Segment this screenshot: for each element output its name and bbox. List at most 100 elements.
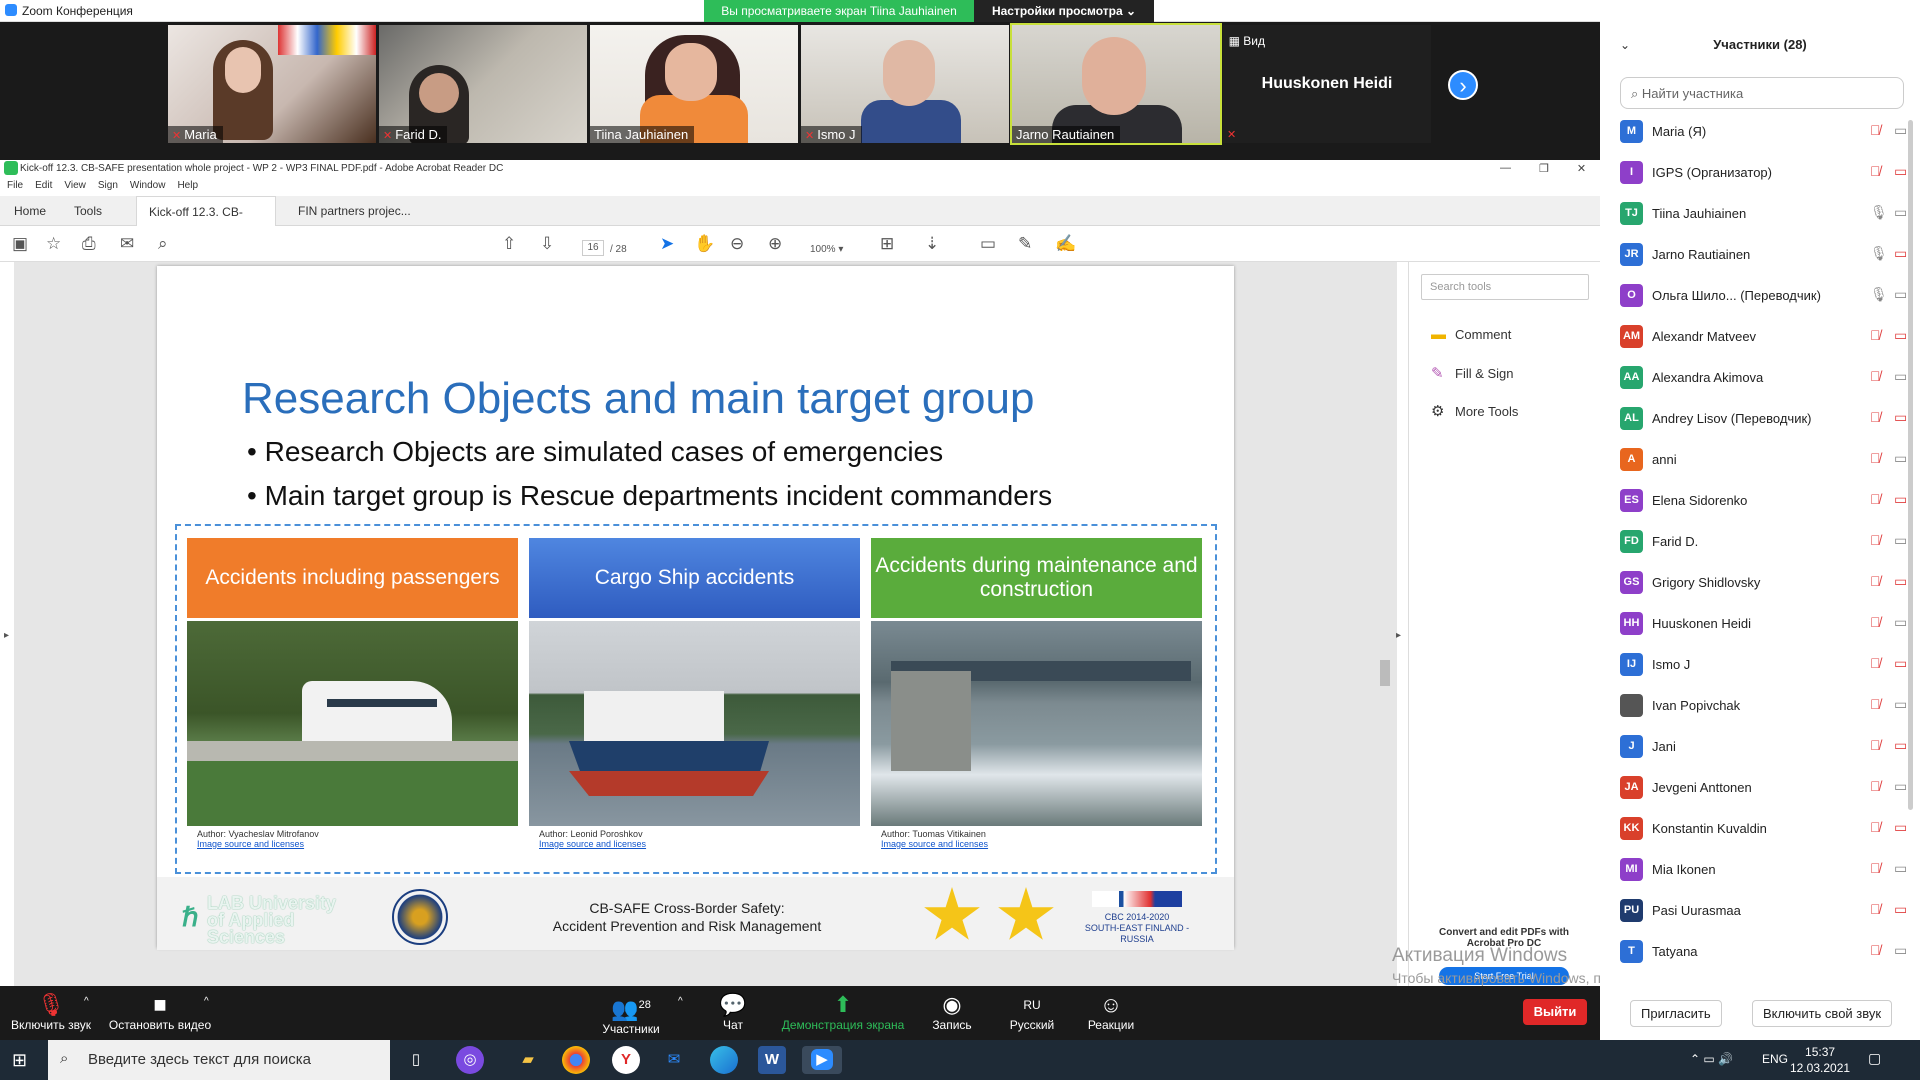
- menu-view[interactable]: View: [64, 180, 86, 196]
- email-icon[interactable]: ✉: [120, 234, 134, 254]
- participant-row[interactable]: TJ Tiina Jauhiainen 🎙 ▭: [1620, 197, 1907, 229]
- task-view-icon[interactable]: ▯: [402, 1046, 430, 1074]
- scrollbar-thumb[interactable]: [1380, 660, 1390, 686]
- participant-row[interactable]: KK Konstantin Kuvaldin 🎙̸ ▭: [1620, 812, 1907, 844]
- participant-row[interactable]: ES Elena Sidorenko 🎙̸ ▭: [1620, 484, 1907, 516]
- image-source-link[interactable]: Image source and licenses: [881, 839, 988, 849]
- audio-options-chevron-icon[interactable]: ^: [84, 996, 89, 1007]
- participant-search-input[interactable]: ⌕ Найти участника: [1620, 77, 1904, 109]
- participant-row[interactable]: I IGPS (Организатор) 🎙̸ ▭: [1620, 156, 1907, 188]
- search-icon[interactable]: ⌕: [158, 234, 168, 254]
- tool-more-tools[interactable]: ⚙ More Tools: [1431, 402, 1518, 420]
- tray-icons[interactable]: ⌃ ▭ 🔊: [1690, 1052, 1733, 1066]
- unmute-self-button[interactable]: Включить свой звук: [1752, 1000, 1893, 1027]
- participant-row[interactable]: Aanni 🎙̸ ▭: [1620, 443, 1907, 475]
- highlight-pen-icon[interactable]: ✎: [1018, 234, 1032, 254]
- video-options-chevron-icon[interactable]: ^: [204, 996, 209, 1007]
- leave-button[interactable]: Выйти: [1523, 999, 1587, 1025]
- invite-button[interactable]: Пригласить: [1630, 1000, 1722, 1027]
- video-tile-active-speaker[interactable]: Jarno Rautiainen: [1010, 23, 1222, 145]
- participant-row[interactable]: AL Andrey Lisov (Переводчик) 🎙̸ ▭: [1620, 402, 1907, 434]
- tab-tools[interactable]: Tools: [62, 196, 114, 226]
- menu-sign[interactable]: Sign: [98, 180, 118, 196]
- right-panel-toggle-icon[interactable]: ▸: [1396, 630, 1401, 641]
- record-button[interactable]: ◉ Запись: [930, 992, 974, 1032]
- input-language[interactable]: ENG: [1762, 1052, 1788, 1066]
- participant-row[interactable]: MI Mia Ikonen 🎙̸ ▭: [1620, 853, 1907, 885]
- next-page-icon[interactable]: ⇩: [540, 234, 554, 254]
- tool-comment[interactable]: ▬ Comment: [1431, 326, 1511, 343]
- windows-start-icon[interactable]: ⊞: [12, 1050, 32, 1070]
- file-explorer-icon[interactable]: ▰: [514, 1046, 542, 1074]
- share-screen-button[interactable]: ⬆ Демонстрация экрана: [778, 992, 908, 1032]
- tab-document-active[interactable]: Kick-off 12.3. CB-S...✕: [136, 196, 276, 249]
- participant-row[interactable]: M Maria (Я) 🎙̸ ▭: [1620, 115, 1907, 147]
- participant-row[interactable]: AM Alexandr Matveev 🎙̸ ▭: [1620, 320, 1907, 352]
- participant-row[interactable]: J Jani 🎙̸ ▭: [1620, 730, 1907, 762]
- participant-row[interactable]: JA Jevgeni Anttonen 🎙̸ ▭: [1620, 771, 1907, 803]
- search-tools-input[interactable]: Search tools: [1421, 274, 1589, 300]
- video-tile[interactable]: Tiina Jauhiainen: [590, 25, 798, 143]
- unmute-button[interactable]: 🎙 Включить звук: [8, 992, 94, 1032]
- participant-row[interactable]: IJ Ismo J 🎙̸ ▭: [1620, 648, 1907, 680]
- previous-page-icon[interactable]: ⇧: [502, 234, 516, 254]
- zoom-taskbar-icon[interactable]: ▶: [802, 1046, 842, 1074]
- zoom-level-dropdown[interactable]: 100% ▾: [810, 240, 843, 260]
- tab-document[interactable]: FIN partners projec...: [286, 196, 423, 226]
- view-options-button[interactable]: Настройки просмотра ⌄: [974, 0, 1154, 22]
- save-icon[interactable]: ▣: [12, 234, 28, 254]
- maximize-button[interactable]: ❐: [1539, 162, 1549, 175]
- left-panel-toggle-icon[interactable]: ▸: [4, 630, 9, 641]
- participant-row[interactable]: JR Jarno Rautiainen 🎙 ▭: [1620, 238, 1907, 270]
- menu-file[interactable]: File: [7, 180, 23, 196]
- tab-home[interactable]: Home: [2, 196, 58, 226]
- participants-scrollbar[interactable]: [1908, 120, 1913, 810]
- sign-icon[interactable]: ✍: [1055, 234, 1076, 254]
- participant-row[interactable]: FD Farid D. 🎙̸ ▭: [1620, 525, 1907, 557]
- print-icon[interactable]: ⎙: [82, 234, 96, 254]
- chat-button[interactable]: 💬 Чат: [718, 992, 748, 1032]
- video-tile[interactable]: ✕ Maria: [168, 25, 376, 143]
- fit-page-icon[interactable]: ⊞: [880, 234, 894, 254]
- tool-fill-sign[interactable]: ✎ Fill & Sign: [1431, 364, 1514, 382]
- stop-video-button[interactable]: ■ Остановить видео: [108, 992, 212, 1032]
- taskbar-search-input[interactable]: ⌕ Введите здесь текст для поиска: [48, 1040, 390, 1080]
- participant-row[interactable]: T Tatyana 🎙̸ ▭: [1620, 935, 1907, 967]
- minimize-button[interactable]: —: [1500, 162, 1511, 175]
- yandex-browser-icon[interactable]: Y: [612, 1046, 640, 1074]
- select-cursor-icon[interactable]: ➤: [660, 234, 674, 254]
- interpretation-button[interactable]: RU Русский: [1004, 992, 1060, 1032]
- zoom-out-icon[interactable]: ⊖: [730, 234, 744, 254]
- notifications-icon[interactable]: ▢: [1868, 1050, 1881, 1067]
- chrome-icon[interactable]: [562, 1046, 590, 1074]
- image-source-link[interactable]: Image source and licenses: [539, 839, 646, 849]
- participant-row[interactable]: O Ольга Шило... (Переводчик) 🎙 ▭: [1620, 279, 1907, 311]
- mail-icon[interactable]: ✉: [660, 1046, 688, 1074]
- menu-help[interactable]: Help: [177, 180, 198, 196]
- participant-row[interactable]: PU Pasi Uurasmaa 🎙̸ ▭: [1620, 894, 1907, 926]
- video-tile[interactable]: ✕ Farid D.: [379, 25, 587, 143]
- next-page-arrow-icon[interactable]: ›: [1448, 70, 1478, 100]
- participants-chevron-icon[interactable]: ^: [678, 996, 683, 1007]
- system-clock[interactable]: 15:37 12.03.2021: [1790, 1044, 1850, 1076]
- video-tile[interactable]: ✕ Ismo J: [801, 25, 1009, 143]
- alice-assistant-icon[interactable]: ◎: [456, 1046, 484, 1074]
- participants-button[interactable]: 👥28 Участники: [596, 992, 666, 1036]
- edge-icon[interactable]: [710, 1046, 738, 1074]
- menu-edit[interactable]: Edit: [35, 180, 52, 196]
- close-button[interactable]: ✕: [1577, 162, 1586, 175]
- hand-tool-icon[interactable]: ✋: [694, 234, 715, 254]
- bookmark-star-icon[interactable]: ☆: [46, 234, 61, 254]
- comment-icon[interactable]: ▭: [980, 234, 996, 254]
- participant-row[interactable]: AA Alexandra Akimova 🎙̸ ▭: [1620, 361, 1907, 393]
- zoom-in-icon[interactable]: ⊕: [768, 234, 782, 254]
- participant-row[interactable]: Ivan Popivchak 🎙̸ ▭: [1620, 689, 1907, 721]
- menu-window[interactable]: Window: [130, 180, 166, 196]
- participant-row[interactable]: HH Huuskonen Heidi 🎙̸ ▭: [1620, 607, 1907, 639]
- image-source-link[interactable]: Image source and licenses: [197, 839, 319, 849]
- participant-row[interactable]: GS Grigory Shidlovsky 🎙̸ ▭: [1620, 566, 1907, 598]
- view-button[interactable]: ▦ Вид: [1229, 34, 1265, 48]
- reactions-button[interactable]: ☺ Реакции: [1086, 992, 1136, 1032]
- scroll-mode-icon[interactable]: ⇣: [925, 234, 939, 254]
- word-icon[interactable]: W: [758, 1046, 786, 1074]
